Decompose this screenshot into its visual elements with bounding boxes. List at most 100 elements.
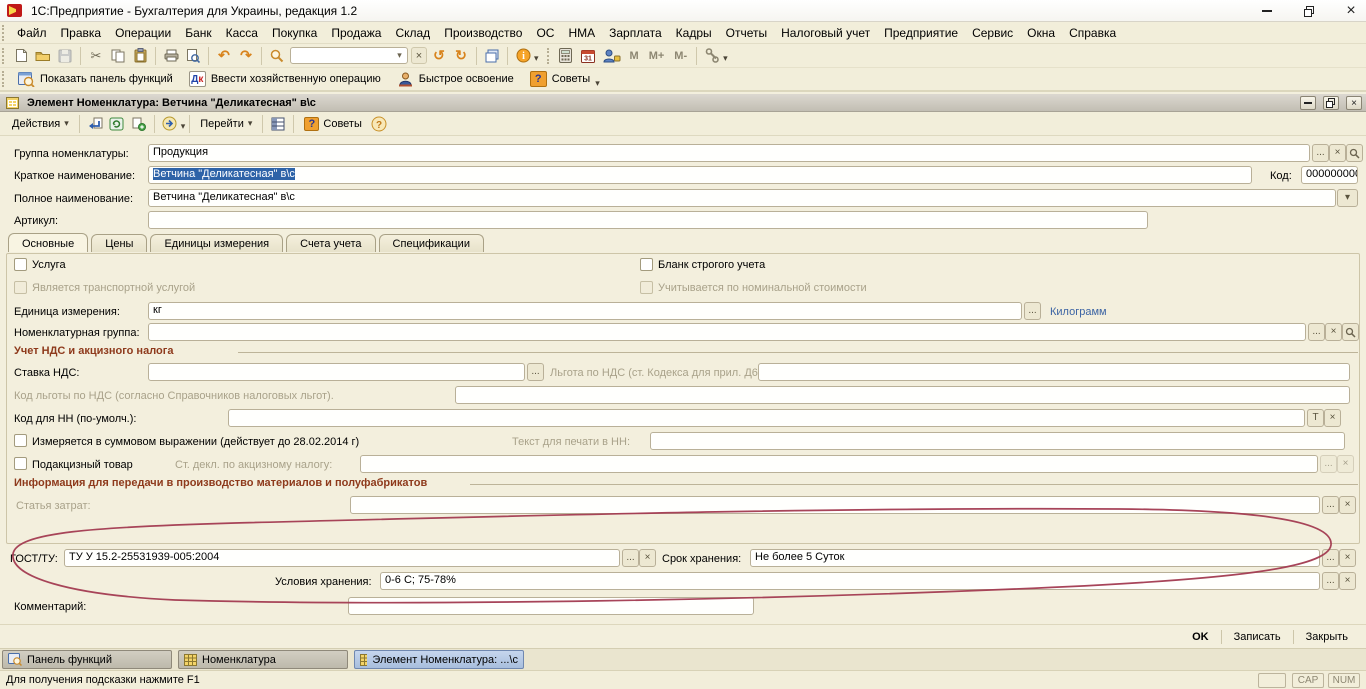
save-button[interactable] <box>55 46 75 66</box>
redo-button[interactable]: ↷ <box>236 46 256 66</box>
shelf-life-field[interactable]: Не более 5 Суток <box>750 549 1320 567</box>
menu-file[interactable]: Файл <box>10 24 54 42</box>
calculator-button[interactable] <box>556 46 576 66</box>
memory-m-button[interactable]: M <box>625 50 644 62</box>
help-button[interactable]: ? <box>369 114 389 134</box>
menu-help[interactable]: Справка <box>1062 24 1123 42</box>
tips-button[interactable]: ? Советы ▾ <box>522 68 608 90</box>
show-function-panel-button[interactable]: Показать панель функций <box>10 68 181 90</box>
group-clear-button[interactable]: × <box>1329 144 1346 162</box>
menu-warehouse[interactable]: Склад <box>388 24 437 42</box>
search-input[interactable]: ▾ <box>290 47 408 64</box>
taskbar-tab-label: Номенклатура <box>202 654 276 666</box>
go-dropdown-icon[interactable]: ▾ <box>181 121 186 132</box>
shelf-life-select-button[interactable]: ... <box>1322 549 1339 567</box>
tab-units[interactable]: Единицы измерения <box>150 234 283 252</box>
user-lock-button[interactable] <box>600 46 624 66</box>
close-button[interactable]: × <box>1344 4 1358 18</box>
menu-os[interactable]: ОС <box>529 24 561 42</box>
enter-operation-button[interactable]: Дк Ввести хозяйственную операцию <box>181 68 389 90</box>
group-select-button[interactable]: ... <box>1312 144 1329 162</box>
reread-button[interactable] <box>107 114 127 134</box>
copy-button[interactable] <box>108 46 128 66</box>
storage-field[interactable]: 0-6 С; 75-78% <box>380 572 1320 590</box>
memory-m-minus-button[interactable]: M- <box>669 50 692 62</box>
info-icon: i <box>516 48 531 63</box>
paste-button[interactable] <box>130 46 150 66</box>
tips-dropdown-icon[interactable]: ▾ <box>595 78 600 89</box>
menu-sale[interactable]: Продажа <box>324 24 388 42</box>
menu-hr[interactable]: Кадры <box>669 24 719 42</box>
menu-service[interactable]: Сервис <box>965 24 1020 42</box>
find-button[interactable] <box>267 46 287 66</box>
short-name-field[interactable]: Ветчина "Деликатесная" в\с <box>148 166 1252 184</box>
settings-button[interactable] <box>702 46 722 66</box>
menu-production[interactable]: Производство <box>437 24 529 42</box>
goto-button[interactable]: Перейти▾ <box>194 116 258 132</box>
go-button[interactable] <box>160 114 180 134</box>
undo-button[interactable]: ↶ <box>214 46 234 66</box>
menu-edit[interactable]: Правка <box>54 24 109 42</box>
storage-clear-button[interactable]: × <box>1339 572 1356 590</box>
article-field[interactable] <box>148 211 1148 229</box>
save-record-button[interactable]: Записать <box>1221 630 1293 644</box>
info-dropdown-icon[interactable]: ▾ <box>534 53 539 64</box>
gost-select-button[interactable]: ... <box>622 549 639 567</box>
menu-purchase[interactable]: Покупка <box>265 24 324 42</box>
taskbar-tab-function-panel[interactable]: Панель функций <box>2 650 172 669</box>
new-window-button[interactable] <box>482 46 502 66</box>
tab-specifications[interactable]: Спецификации <box>379 234 484 252</box>
full-name-dropdown-button[interactable]: ▾ <box>1337 189 1358 207</box>
menu-bank[interactable]: Банк <box>178 24 218 42</box>
menu-reports[interactable]: Отчеты <box>719 24 774 42</box>
quick-learning-button[interactable]: Быстрое освоение <box>389 68 522 90</box>
dialog-restore-button[interactable] <box>1323 96 1339 110</box>
new-document-button[interactable] <box>11 46 31 66</box>
write-button[interactable] <box>85 114 105 134</box>
menu-windows[interactable]: Окна <box>1020 24 1062 42</box>
tab-prices[interactable]: Цены <box>91 234 147 252</box>
clear-search-button[interactable]: × <box>411 47 427 64</box>
menu-nma[interactable]: НМА <box>561 24 602 42</box>
memory-m-plus-button[interactable]: M+ <box>644 50 670 62</box>
menu-tax[interactable]: Налоговый учет <box>774 24 877 42</box>
group-open-button[interactable] <box>1346 144 1363 162</box>
svg-text:?: ? <box>376 120 382 131</box>
dialog-tips-button[interactable]: ? Советы <box>298 115 367 133</box>
shelf-life-clear-button[interactable]: × <box>1339 549 1356 567</box>
tab-main[interactable]: Основные <box>8 233 88 252</box>
comment-field[interactable] <box>348 597 754 615</box>
gost-field[interactable]: ТУ У 15.2-25531939-005:2004 <box>64 549 620 567</box>
ok-button[interactable]: OK <box>1180 630 1221 644</box>
menu-enterprise[interactable]: Предприятие <box>877 24 965 42</box>
restore-button[interactable] <box>1302 4 1316 18</box>
calendar-button[interactable]: 31 <box>578 46 598 66</box>
print-button[interactable] <box>161 46 181 66</box>
open-button[interactable] <box>33 46 53 66</box>
structure-button[interactable] <box>268 114 288 134</box>
full-name-field[interactable]: Ветчина "Деликатесная" в\с <box>148 189 1336 207</box>
menu-salary[interactable]: Зарплата <box>602 24 669 42</box>
taskbar-tab-nomenclature[interactable]: Номенклатура <box>178 650 348 669</box>
copy-item-button[interactable] <box>129 114 149 134</box>
group-field[interactable]: Продукция <box>148 144 1310 162</box>
minimize-button[interactable] <box>1260 4 1274 18</box>
storage-select-button[interactable]: ... <box>1322 572 1339 590</box>
gost-clear-button[interactable]: × <box>639 549 656 567</box>
info-button[interactable]: i <box>513 46 533 66</box>
find-next-button[interactable]: ↻ <box>451 46 471 66</box>
close-dialog-button[interactable]: Закрыть <box>1293 630 1360 644</box>
code-field[interactable]: 0000000000 <box>1301 166 1358 184</box>
menu-operations[interactable]: Операции <box>108 24 178 42</box>
search-dropdown-icon[interactable]: ▾ <box>393 49 406 62</box>
menu-cash[interactable]: Касса <box>219 24 265 42</box>
cut-button[interactable]: ✂ <box>86 46 106 66</box>
settings-dropdown-icon[interactable]: ▾ <box>723 53 728 64</box>
dialog-minimize-button[interactable] <box>1300 96 1316 110</box>
tab-accounts[interactable]: Счета учета <box>286 234 375 252</box>
find-previous-button[interactable]: ↺ <box>429 46 449 66</box>
taskbar-tab-nomenclature-item[interactable]: Элемент Номенклатура: ...\с <box>354 650 524 669</box>
dialog-close-button[interactable]: × <box>1346 96 1362 110</box>
actions-button[interactable]: Действия▾ <box>6 116 75 132</box>
print-preview-button[interactable] <box>183 46 203 66</box>
